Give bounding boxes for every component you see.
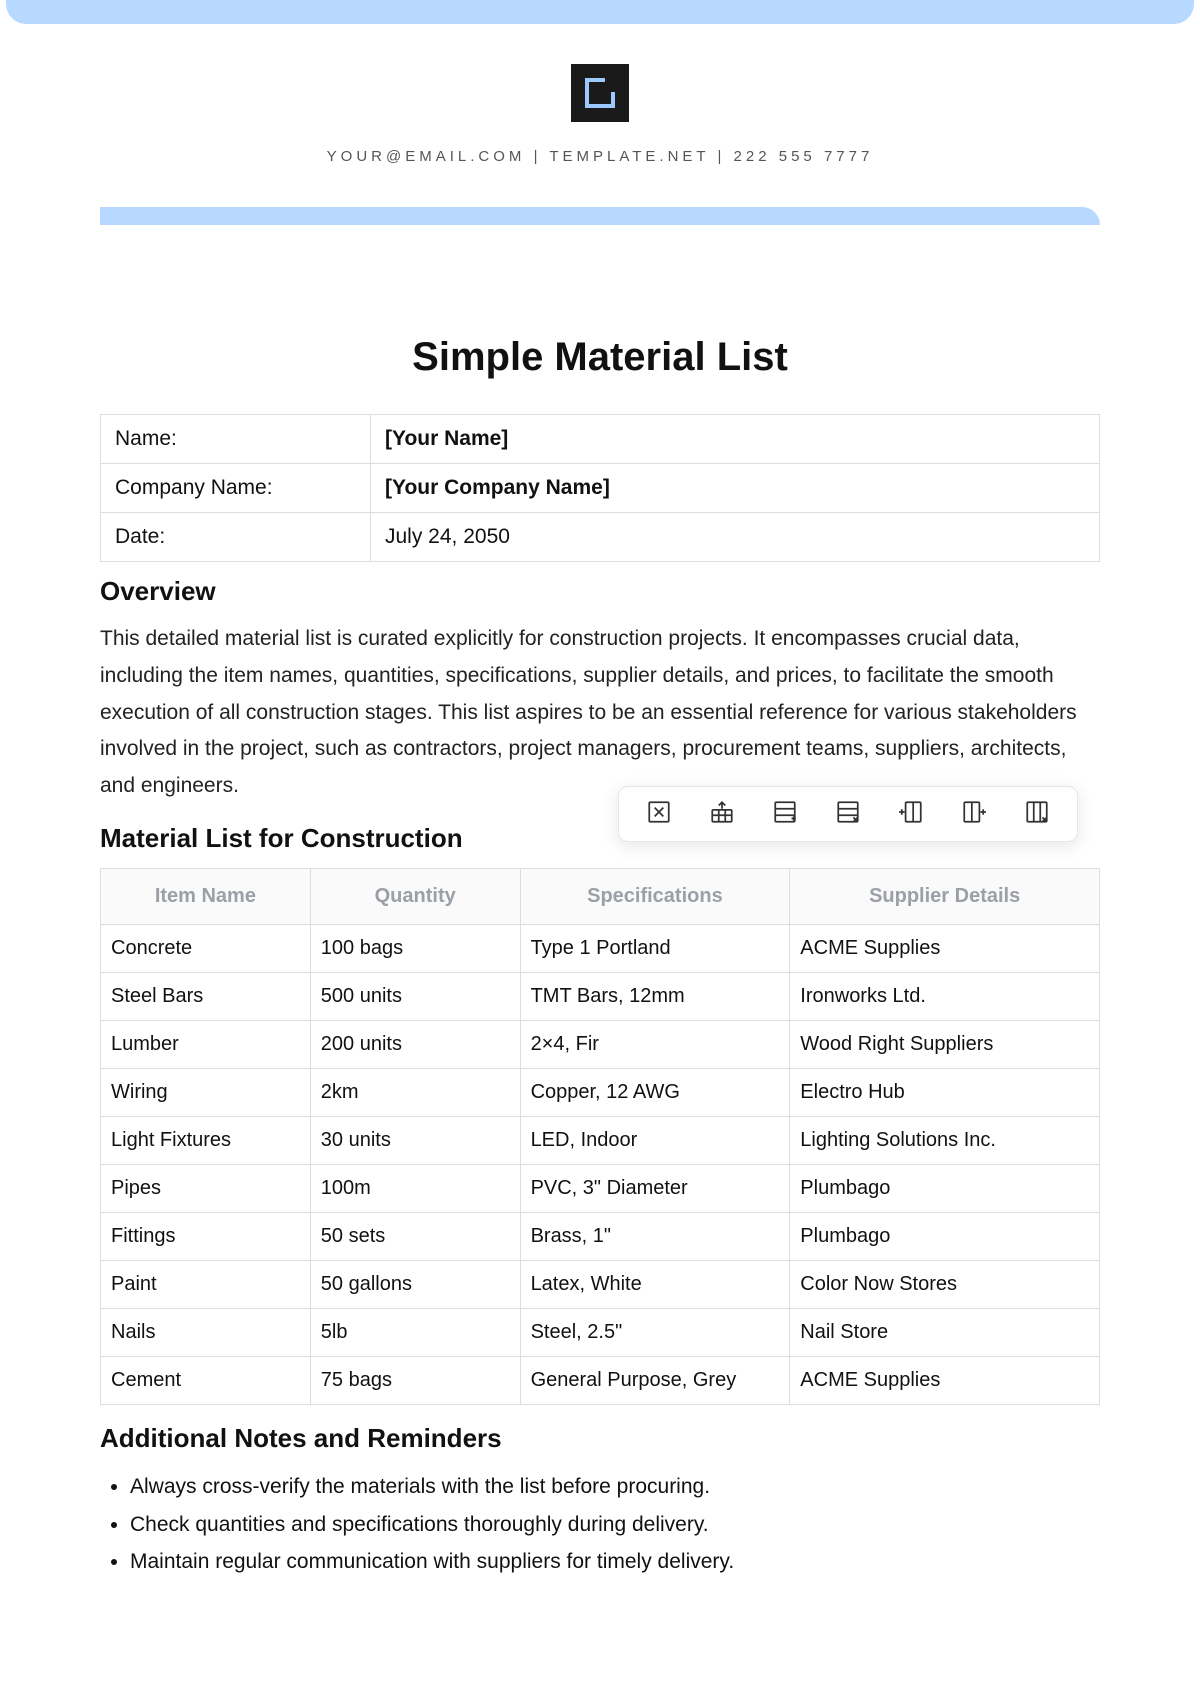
page-title: Simple Material List <box>100 335 1100 380</box>
materials-cell: Lumber <box>101 1020 311 1068</box>
info-row: Date:July 24, 2050 <box>101 513 1100 562</box>
materials-cell: Latex, White <box>520 1260 790 1308</box>
materials-cell: Paint <box>101 1260 311 1308</box>
materials-column-header: Supplier Details <box>790 868 1100 924</box>
add-row-button[interactable] <box>765 794 805 834</box>
document-page: YOUR@EMAIL.COM | TEMPLATE.NET | 222 555 … <box>0 64 1200 1641</box>
table-row: Wiring2kmCopper, 12 AWGElectro Hub <box>101 1068 1100 1116</box>
delete-column-icon <box>1024 799 1050 830</box>
overview-body: This detailed material list is curated e… <box>100 621 1100 805</box>
page-top-accent <box>6 0 1194 24</box>
materials-cell: Electro Hub <box>790 1068 1100 1116</box>
materials-cell: Cement <box>101 1356 311 1404</box>
materials-cell: Copper, 12 AWG <box>520 1068 790 1116</box>
table-row: Cement75 bagsGeneral Purpose, GreyACME S… <box>101 1356 1100 1404</box>
info-label: Name: <box>101 415 371 464</box>
materials-cell: 2km <box>310 1068 520 1116</box>
materials-cell: 75 bags <box>310 1356 520 1404</box>
materials-cell: Lighting Solutions Inc. <box>790 1116 1100 1164</box>
materials-cell: Wood Right Suppliers <box>790 1020 1100 1068</box>
add-column-before-button[interactable] <box>891 794 931 834</box>
materials-cell: Concrete <box>101 924 311 972</box>
add-column-after-icon <box>961 799 987 830</box>
add-column-before-icon <box>898 799 924 830</box>
table-row: Fittings50 setsBrass, 1"Plumbago <box>101 1212 1100 1260</box>
overview-heading: Overview <box>100 576 1100 607</box>
materials-cell: General Purpose, Grey <box>520 1356 790 1404</box>
materials-cell: Nail Store <box>790 1308 1100 1356</box>
materials-cell: Wiring <box>101 1068 311 1116</box>
add-column-after-button[interactable] <box>954 794 994 834</box>
table-row: Steel Bars500 unitsTMT Bars, 12mmIronwor… <box>101 972 1100 1020</box>
info-value: July 24, 2050 <box>371 513 1100 562</box>
materials-cell: Fittings <box>101 1212 311 1260</box>
info-label: Company Name: <box>101 464 371 513</box>
materials-column-header: Quantity <box>310 868 520 924</box>
table-row: Lumber200 units2×4, FirWood Right Suppli… <box>101 1020 1100 1068</box>
delete-row-icon <box>835 799 861 830</box>
materials-column-header: Specifications <box>520 868 790 924</box>
delete-column-button[interactable] <box>1017 794 1057 834</box>
add-row-icon <box>772 799 798 830</box>
materials-cell: Steel Bars <box>101 972 311 1020</box>
materials-cell: ACME Supplies <box>790 924 1100 972</box>
materials-cell: LED, Indoor <box>520 1116 790 1164</box>
materials-cell: Steel, 2.5" <box>520 1308 790 1356</box>
info-table: Name:[Your Name]Company Name:[Your Compa… <box>100 414 1100 562</box>
brand-logo-icon <box>571 64 629 122</box>
materials-table: Item NameQuantitySpecificationsSupplier … <box>100 868 1100 1405</box>
list-item: Always cross-verify the materials with t… <box>130 1468 1100 1506</box>
materials-cell: 30 units <box>310 1116 520 1164</box>
notes-list: Always cross-verify the materials with t… <box>100 1468 1100 1581</box>
materials-cell: 50 gallons <box>310 1260 520 1308</box>
table-row: Nails5lbSteel, 2.5"Nail Store <box>101 1308 1100 1356</box>
materials-cell: 500 units <box>310 972 520 1020</box>
materials-column-header: Item Name <box>101 868 311 924</box>
table-row: Paint50 gallonsLatex, WhiteColor Now Sto… <box>101 1260 1100 1308</box>
materials-cell: Plumbago <box>790 1164 1100 1212</box>
info-row: Name:[Your Name] <box>101 415 1100 464</box>
info-value: [Your Company Name] <box>371 464 1100 513</box>
materials-cell: Type 1 Portland <box>520 924 790 972</box>
materials-cell: 2×4, Fir <box>520 1020 790 1068</box>
table-share-icon <box>709 799 735 830</box>
table-row: Light Fixtures30 unitsLED, IndoorLightin… <box>101 1116 1100 1164</box>
table-toolbar <box>618 786 1078 842</box>
materials-cell: 100 bags <box>310 924 520 972</box>
list-item: Check quantities and specifications thor… <box>130 1506 1100 1544</box>
contact-line: YOUR@EMAIL.COM | TEMPLATE.NET | 222 555 … <box>100 148 1100 165</box>
materials-cell: Light Fixtures <box>101 1116 311 1164</box>
materials-cell: Pipes <box>101 1164 311 1212</box>
materials-cell: 200 units <box>310 1020 520 1068</box>
materials-cell: Nails <box>101 1308 311 1356</box>
delete-table-icon <box>646 799 672 830</box>
table-share-button[interactable] <box>702 794 742 834</box>
materials-cell: Ironworks Ltd. <box>790 972 1100 1020</box>
delete-row-button[interactable] <box>828 794 868 834</box>
materials-cell: 50 sets <box>310 1212 520 1260</box>
materials-cell: ACME Supplies <box>790 1356 1100 1404</box>
materials-cell: Color Now Stores <box>790 1260 1100 1308</box>
notes-heading: Additional Notes and Reminders <box>100 1423 1100 1454</box>
info-label: Date: <box>101 513 371 562</box>
table-row: Concrete100 bagsType 1 PortlandACME Supp… <box>101 924 1100 972</box>
materials-cell: 100m <box>310 1164 520 1212</box>
materials-cell: 5lb <box>310 1308 520 1356</box>
info-row: Company Name:[Your Company Name] <box>101 464 1100 513</box>
table-row: Pipes100mPVC, 3" DiameterPlumbago <box>101 1164 1100 1212</box>
materials-cell: TMT Bars, 12mm <box>520 972 790 1020</box>
materials-cell: Brass, 1" <box>520 1212 790 1260</box>
materials-cell: Plumbago <box>790 1212 1100 1260</box>
info-value: [Your Name] <box>371 415 1100 464</box>
logo-block <box>100 64 1100 122</box>
delete-table-button[interactable] <box>639 794 679 834</box>
list-item: Maintain regular communication with supp… <box>130 1543 1100 1581</box>
section-accent-bar <box>100 207 1100 225</box>
materials-cell: PVC, 3" Diameter <box>520 1164 790 1212</box>
